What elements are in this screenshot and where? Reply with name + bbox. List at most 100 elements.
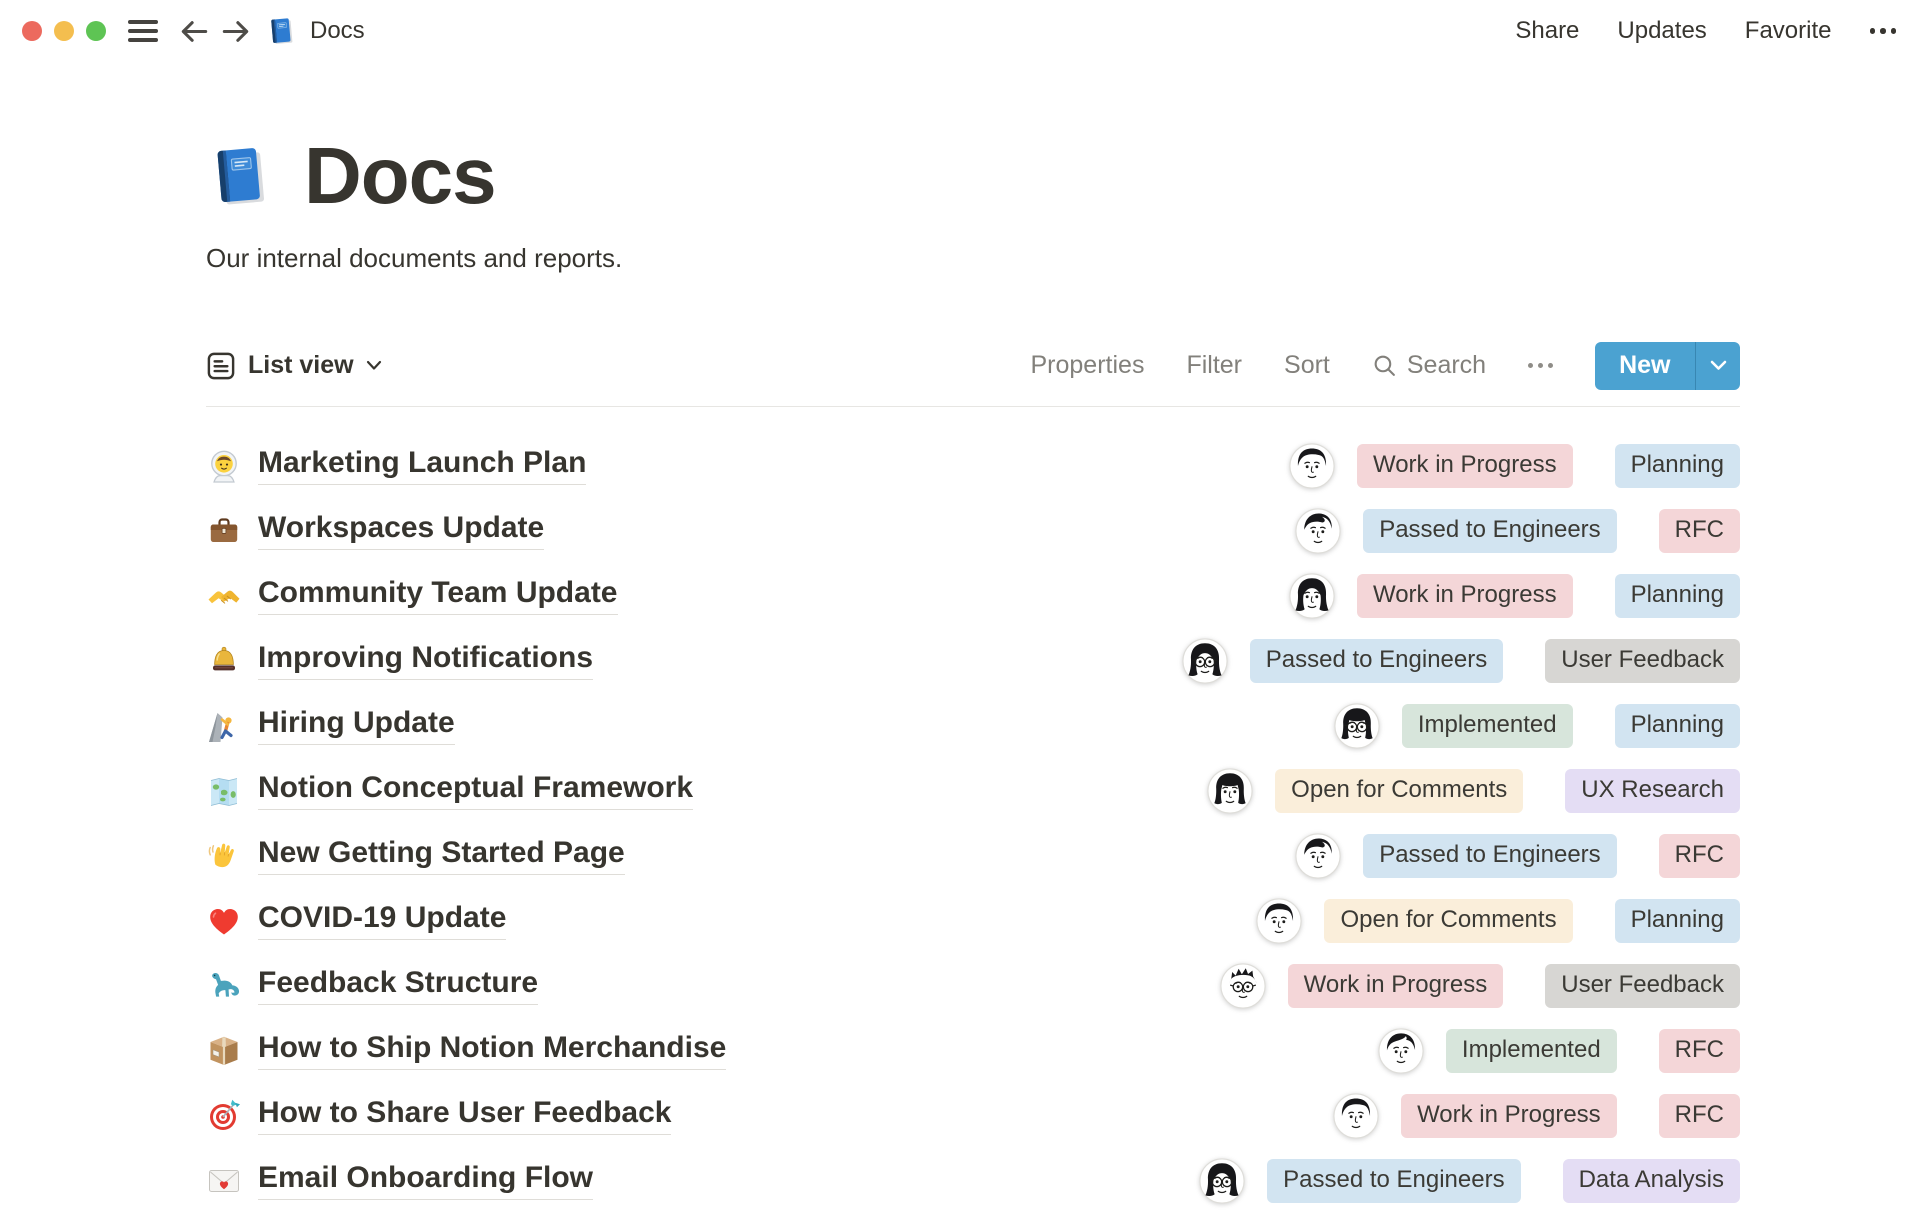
chevron-down-icon: [366, 360, 382, 371]
list-item[interactable]: Community Team Update Work in Progress P…: [206, 563, 1740, 628]
sauropod-icon: [206, 968, 242, 1004]
status-pill[interactable]: Passed to Engineers: [1267, 1159, 1520, 1203]
category-pill[interactable]: Planning: [1615, 574, 1740, 618]
doc-title-link[interactable]: COVID-19 Update: [258, 901, 506, 940]
view-switcher[interactable]: List view: [206, 351, 382, 381]
new-button-dropdown[interactable]: [1696, 342, 1740, 390]
list-item[interactable]: Email Onboarding Flow Passed to Engineer…: [206, 1148, 1740, 1213]
blue-book-page-icon[interactable]: [206, 136, 272, 216]
status-pill[interactable]: Work in Progress: [1401, 1094, 1617, 1138]
category-pill[interactable]: User Feedback: [1545, 639, 1740, 683]
category-pill[interactable]: User Feedback: [1545, 964, 1740, 1008]
status-pill[interactable]: Work in Progress: [1288, 964, 1504, 1008]
avatar-man: [1289, 443, 1335, 489]
list-item[interactable]: Marketing Launch Plan Work in Progress P…: [206, 433, 1740, 498]
list-item[interactable]: Notion Conceptual Framework Open for Com…: [206, 758, 1740, 823]
status-pill[interactable]: Work in Progress: [1357, 444, 1573, 488]
new-button[interactable]: New: [1595, 342, 1740, 390]
doc-title-link[interactable]: Hiring Update: [258, 706, 455, 745]
avatar-man-glasses: [1220, 963, 1266, 1009]
person-climbing-icon: [206, 708, 242, 744]
doc-title-link[interactable]: Marketing Launch Plan: [258, 446, 586, 485]
list-view-icon: [206, 351, 236, 381]
category-pill[interactable]: RFC: [1659, 834, 1740, 878]
list-item[interactable]: Hiring Update Implemented Planning: [206, 693, 1740, 758]
more-options-icon[interactable]: [1870, 28, 1897, 34]
status-pill[interactable]: Implemented: [1446, 1029, 1617, 1073]
view-switcher-label: List view: [248, 351, 354, 380]
list-item[interactable]: Feedback Structure Work in Progress User…: [206, 953, 1740, 1018]
avatar-woman: [1207, 768, 1253, 814]
category-pill[interactable]: Planning: [1615, 444, 1740, 488]
category-pill[interactable]: UX Research: [1565, 769, 1740, 813]
status-pill[interactable]: Open for Comments: [1324, 899, 1572, 943]
back-arrow-icon[interactable]: [178, 15, 211, 48]
search-button[interactable]: Search: [1372, 351, 1486, 380]
sort-button[interactable]: Sort: [1284, 351, 1330, 380]
breadcrumb-page-title[interactable]: Docs: [310, 17, 365, 45]
status-pill[interactable]: Work in Progress: [1357, 574, 1573, 618]
avatar-woman-glasses: [1182, 638, 1228, 684]
forward-arrow-icon[interactable]: [219, 15, 252, 48]
status-pill[interactable]: Passed to Engineers: [1363, 834, 1616, 878]
status-pill[interactable]: Passed to Engineers: [1363, 509, 1616, 553]
avatar-man: [1333, 1093, 1379, 1139]
red-heart-icon: [206, 903, 242, 939]
doc-title-link[interactable]: How to Ship Notion Merchandise: [258, 1031, 726, 1070]
doc-title-link[interactable]: Community Team Update: [258, 576, 618, 615]
status-pill[interactable]: Passed to Engineers: [1250, 639, 1503, 683]
sidebar-menu-icon[interactable]: [128, 20, 158, 42]
doc-title-link[interactable]: New Getting Started Page: [258, 836, 625, 875]
astronaut-icon: [206, 448, 242, 484]
page-subtitle[interactable]: Our internal documents and reports.: [206, 242, 1740, 276]
bellhop-bell-icon: [206, 643, 242, 679]
waving-hand-icon: [206, 838, 242, 874]
category-pill[interactable]: Data Analysis: [1563, 1159, 1740, 1203]
list-item[interactable]: How to Ship Notion Merchandise Implement…: [206, 1018, 1740, 1083]
search-icon: [1372, 353, 1397, 378]
updates-button[interactable]: Updates: [1617, 17, 1706, 45]
favorite-button[interactable]: Favorite: [1745, 17, 1832, 45]
blue-book-icon: [266, 14, 296, 48]
minimize-window-button[interactable]: [54, 21, 74, 41]
properties-button[interactable]: Properties: [1031, 351, 1145, 380]
share-button[interactable]: Share: [1515, 17, 1579, 45]
package-icon: [206, 1033, 242, 1069]
category-pill[interactable]: RFC: [1659, 1029, 1740, 1073]
category-pill[interactable]: Planning: [1615, 899, 1740, 943]
toolbar-actions: Properties Filter Sort Search New: [1031, 342, 1741, 390]
doc-title-link[interactable]: Feedback Structure: [258, 966, 538, 1005]
avatar-man: [1295, 833, 1341, 879]
category-pill[interactable]: RFC: [1659, 509, 1740, 553]
document-list: Marketing Launch Plan Work in Progress P…: [206, 433, 1740, 1213]
briefcase-icon: [206, 513, 242, 549]
window-controls: [22, 21, 106, 41]
status-pill[interactable]: Implemented: [1402, 704, 1573, 748]
zoom-window-button[interactable]: [86, 21, 106, 41]
titlebar: Docs Share Updates Favorite: [0, 0, 1920, 62]
avatar-woman: [1289, 573, 1335, 619]
titlebar-actions: Share Updates Favorite: [1515, 17, 1896, 45]
list-item[interactable]: COVID-19 Update Open for Comments Planni…: [206, 888, 1740, 953]
doc-title-link[interactable]: Email Onboarding Flow: [258, 1161, 593, 1200]
page-title[interactable]: Docs: [304, 136, 496, 216]
toolbar-more-icon[interactable]: [1528, 363, 1553, 368]
list-item[interactable]: How to Share User Feedback Work in Progr…: [206, 1083, 1740, 1148]
filter-button[interactable]: Filter: [1186, 351, 1242, 380]
close-window-button[interactable]: [22, 21, 42, 41]
new-button-label[interactable]: New: [1595, 342, 1694, 390]
doc-title-link[interactable]: Notion Conceptual Framework: [258, 771, 693, 810]
list-item[interactable]: New Getting Started Page Passed to Engin…: [206, 823, 1740, 888]
list-item[interactable]: Improving Notifications Passed to Engine…: [206, 628, 1740, 693]
status-pill[interactable]: Open for Comments: [1275, 769, 1523, 813]
category-pill[interactable]: Planning: [1615, 704, 1740, 748]
category-pill[interactable]: RFC: [1659, 1094, 1740, 1138]
doc-title-link[interactable]: Workspaces Update: [258, 511, 544, 550]
doc-title-link[interactable]: Improving Notifications: [258, 641, 593, 680]
list-item[interactable]: Workspaces Update Passed to Engineers RF…: [206, 498, 1740, 563]
chevron-down-icon: [1710, 360, 1727, 371]
direct-hit-icon: [206, 1098, 242, 1134]
doc-title-link[interactable]: How to Share User Feedback: [258, 1096, 671, 1135]
view-toolbar: List view Properties Filter Sort Search …: [206, 342, 1740, 390]
avatar-man: [1378, 1028, 1424, 1074]
